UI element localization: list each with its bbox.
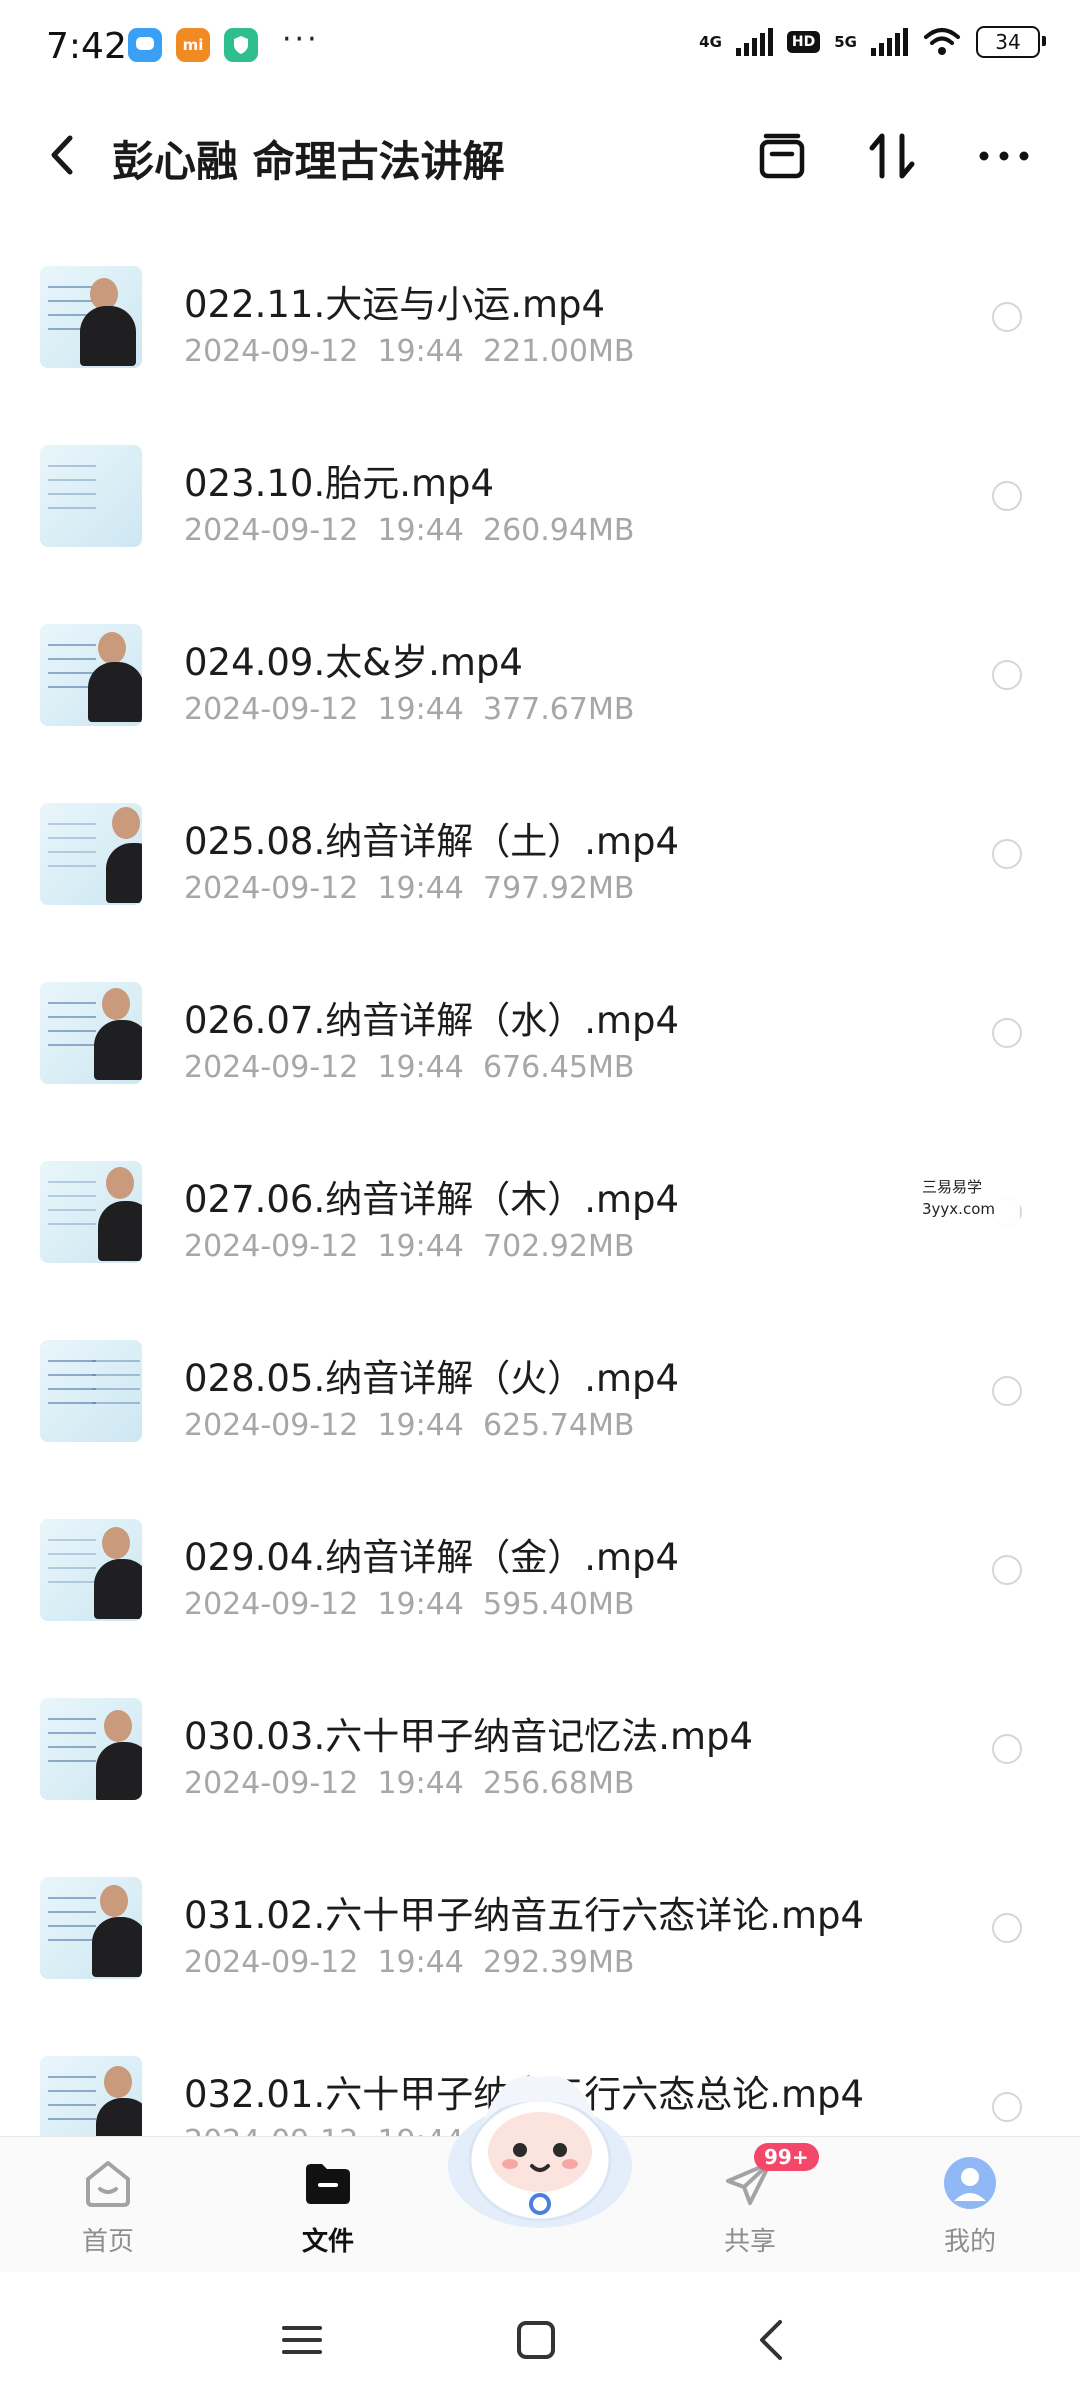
video-thumbnail [40, 1877, 142, 1979]
network-5g-label: 5G [834, 33, 857, 51]
file-name: 024.09.太&岁.mp4 [184, 641, 523, 684]
select-radio[interactable] [992, 660, 1022, 690]
file-name: 029.04.纳音详解（金）.mp4 [184, 1536, 680, 1579]
status-time: 7:42 [46, 26, 127, 67]
file-meta: 2024-09-12 19:44 256.68MB [184, 1766, 635, 1801]
file-meta: 2024-09-12 19:44 221.00MB [184, 334, 635, 369]
file-meta: 2024-09-12 19:44 377.67MB [184, 692, 635, 727]
watermark-line-2: 3yyx.com [922, 1200, 995, 1218]
nav-home-label: 首页 [81, 2227, 134, 2257]
file-name: 025.08.纳音详解（土）.mp4 [184, 820, 680, 863]
file-meta: 2024-09-12 19:44 595.40MB [184, 1587, 635, 1622]
chat-icon [128, 28, 162, 62]
avatar-icon [944, 2157, 996, 2209]
back-arrow-icon[interactable] [40, 130, 84, 180]
file-row[interactable]: 031.02.六十甲子纳音五行六态详论.mp4 2024-09-12 19:44… [0, 1847, 1080, 2026]
system-navigation-bar [0, 2272, 1080, 2400]
video-thumbnail [40, 445, 142, 547]
video-thumbnail [40, 1340, 142, 1442]
menu-icon[interactable] [272, 2310, 332, 2370]
archive-icon[interactable] [754, 128, 810, 184]
file-row[interactable]: 026.07.纳音详解（水）.mp4 2024-09-12 19:44 676.… [0, 952, 1080, 1131]
home-square-icon[interactable] [506, 2310, 566, 2370]
site-watermark: 三易易学 3yyx.com [820, 1176, 1020, 1228]
watermark-line-1: 三易易学 [922, 1178, 983, 1196]
status-right-group: 4G HD 5G 34 [699, 26, 1046, 58]
folder-icon [306, 2164, 350, 2204]
file-meta: 2024-09-12 19:44 702.92MB [184, 1229, 635, 1264]
file-meta: 2024-09-12 19:44 797.92MB [184, 871, 635, 906]
battery-level: 34 [995, 30, 1021, 54]
page-title: 彭心融 命理古法讲解 [112, 137, 505, 186]
file-row[interactable]: 025.08.纳音详解（土）.mp4 2024-09-12 19:44 797.… [0, 773, 1080, 952]
status-bar: 7:42 mi ··· 4G HD 5G 34 [0, 0, 1080, 96]
nav-me[interactable]: 我的 [910, 2155, 1030, 2258]
file-name: 031.02.六十甲子纳音五行六态详论.mp4 [184, 1894, 865, 1937]
select-radio[interactable] [992, 1913, 1022, 1943]
video-thumbnail [40, 266, 142, 368]
share-badge: 99+ [754, 2143, 819, 2171]
file-meta: 2024-09-12 19:44 292.39MB [184, 1945, 635, 1980]
select-radio[interactable] [992, 839, 1022, 869]
video-thumbnail [40, 624, 142, 726]
file-name: 023.10.胎元.mp4 [184, 462, 495, 505]
mi-icon: mi [176, 28, 210, 62]
file-name: 028.05.纳音详解（火）.mp4 [184, 1357, 680, 1400]
file-name: 022.11.大运与小运.mp4 [184, 283, 606, 326]
select-radio[interactable] [992, 481, 1022, 511]
battery-indicator: 34 [976, 26, 1046, 58]
nav-files-label: 文件 [301, 2227, 354, 2257]
file-row[interactable]: 022.11.大运与小运.mp4 2024-09-12 19:44 221.00… [0, 236, 1080, 415]
file-row[interactable]: 028.05.纳音详解（火）.mp4 2024-09-12 19:44 625.… [0, 1310, 1080, 1489]
video-thumbnail [40, 1519, 142, 1621]
signal-bars-2 [871, 28, 908, 56]
file-meta: 2024-09-12 19:44 260.94MB [184, 513, 635, 548]
sort-icon[interactable] [864, 128, 920, 184]
file-row[interactable]: 030.03.六十甲子纳音记忆法.mp4 2024-09-12 19:44 25… [0, 1668, 1080, 1847]
select-radio[interactable] [992, 1555, 1022, 1585]
video-thumbnail [40, 1161, 142, 1263]
ai-assistant-mascot-icon[interactable] [442, 2056, 638, 2234]
select-radio[interactable] [992, 2092, 1022, 2122]
file-name: 026.07.纳音详解（水）.mp4 [184, 999, 680, 1042]
file-name: 030.03.六十甲子纳音记忆法.mp4 [184, 1715, 754, 1758]
vpn-icon [224, 28, 258, 62]
file-row[interactable]: 029.04.纳音详解（金）.mp4 2024-09-12 19:44 595.… [0, 1489, 1080, 1668]
file-name: 027.06.纳音详解（木）.mp4 [184, 1178, 680, 1221]
video-thumbnail [40, 803, 142, 905]
file-meta: 2024-09-12 19:44 676.45MB [184, 1050, 635, 1085]
status-overflow-dots: ··· [282, 22, 320, 57]
wifi-icon [924, 28, 960, 55]
nav-share[interactable]: 99+ 共享 [690, 2143, 819, 2258]
home-icon [86, 2161, 130, 2207]
nav-me-label: 我的 [943, 2227, 996, 2257]
file-meta: 2024-09-12 19:44 625.74MB [184, 1408, 635, 1443]
video-thumbnail [40, 2056, 142, 2136]
network-4g-label: 4G [699, 33, 722, 51]
system-back-icon[interactable] [742, 2310, 802, 2370]
file-meta: 2024-09-12 19:44 [184, 2124, 473, 2136]
app-header: 彭心融 命理古法讲解 [0, 110, 1080, 200]
select-radio[interactable] [992, 1018, 1022, 1048]
select-radio[interactable] [992, 1734, 1022, 1764]
more-options-icon[interactable] [976, 128, 1032, 184]
hd-badge: HD [786, 31, 821, 53]
file-row[interactable]: 024.09.太&岁.mp4 2024-09-12 19:44 377.67MB [0, 594, 1080, 773]
video-thumbnail [40, 1698, 142, 1800]
file-row[interactable]: 023.10.胎元.mp4 2024-09-12 19:44 260.94MB [0, 415, 1080, 594]
select-radio[interactable] [992, 302, 1022, 332]
select-radio[interactable] [992, 1376, 1022, 1406]
nav-share-label: 共享 [723, 2227, 776, 2257]
signal-bars-1 [735, 28, 773, 56]
nav-home[interactable]: 首页 [48, 2155, 168, 2258]
nav-files[interactable]: 文件 [268, 2155, 388, 2258]
video-thumbnail [40, 982, 142, 1084]
